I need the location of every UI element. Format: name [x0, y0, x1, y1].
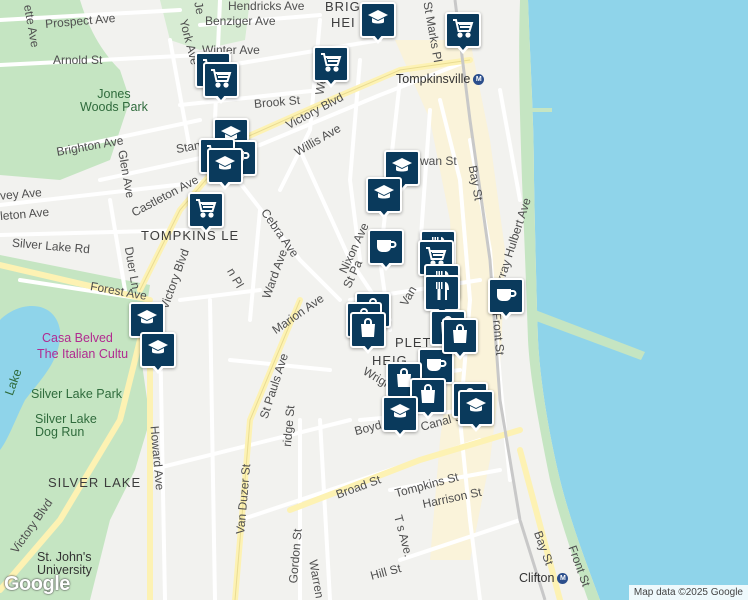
street-label-wall: wan St: [420, 154, 457, 168]
marker-box: [382, 396, 418, 432]
marker-box: [188, 192, 224, 228]
marker-box: [207, 148, 243, 184]
shopping-bag-icon: [356, 316, 380, 345]
marker-box: [424, 275, 460, 311]
marker-school[interactable]: [360, 2, 396, 46]
area-label-silver-lake: SILVER LAKE: [48, 475, 142, 490]
marker-box: [458, 390, 494, 426]
subway-icon: M: [473, 74, 485, 86]
marker-store[interactable]: [350, 312, 386, 356]
marker-pointer: [393, 428, 407, 438]
park-label-silver-lake-park: Silver Lake Park: [31, 387, 123, 401]
poi-label-casa-belvedere[interactable]: Casa Belved: [42, 332, 113, 345]
street-label-brook: Brook St: [253, 93, 301, 111]
marker-box: [360, 2, 396, 38]
marker-pointer: [361, 344, 375, 354]
area-label-brighton: BRIG: [325, 0, 361, 14]
street-label-arnold: Arnold St: [53, 53, 103, 67]
street-label-ridge: ridge St: [279, 404, 298, 448]
marker-box: [140, 332, 176, 368]
marker-grocery[interactable]: [203, 62, 239, 106]
graduation-cap-icon: [366, 6, 390, 35]
marker-store[interactable]: [442, 318, 478, 362]
marker-box: [442, 318, 478, 354]
marker-grocery[interactable]: [445, 12, 481, 56]
pier-2: [520, 108, 552, 112]
marker-pointer: [421, 410, 435, 420]
map-attribution[interactable]: Map data ©2025 Google: [628, 585, 748, 600]
subway-icon: M: [557, 573, 569, 585]
park-label-jones-woods: Jones Woods Park: [80, 87, 148, 114]
map-canvas[interactable]: TOMPKINS LE SILVER LAKE PLET HEIG BRIG H…: [0, 0, 748, 600]
graduation-cap-icon: [388, 400, 412, 429]
google-logo: Google: [4, 573, 70, 595]
marker-pointer: [453, 350, 467, 360]
marker-school[interactable]: [366, 177, 402, 221]
marker-box: [488, 278, 524, 314]
street-label-jersey: Je: [191, 0, 208, 16]
marker-box: [445, 12, 481, 48]
station-label-clifton[interactable]: Clifton M: [519, 571, 569, 585]
marker-pointer: [214, 94, 228, 104]
marker-box: [313, 46, 349, 82]
shopping-bag-icon: [416, 382, 440, 411]
marker-school[interactable]: [207, 148, 243, 192]
marker-school[interactable]: [140, 332, 176, 376]
marker-pointer: [379, 261, 393, 271]
marker-cafe[interactable]: [488, 278, 524, 322]
marker-grocery[interactable]: [188, 192, 224, 236]
coffee-cup-icon: [494, 282, 518, 311]
shopping-bag-icon: [448, 322, 472, 351]
station-label-tompkinsville[interactable]: Tompkinsville M: [396, 72, 485, 86]
shopping-cart-icon: [319, 50, 343, 79]
marker-pointer: [218, 180, 232, 190]
street-label-harvey: vey Ave: [0, 185, 43, 203]
marker-box: [203, 62, 239, 98]
marker-school[interactable]: [382, 396, 418, 440]
shopping-cart-icon: [194, 196, 218, 225]
marker-cafe[interactable]: [368, 229, 404, 273]
marker-pointer: [371, 34, 385, 44]
marker-pointer: [324, 78, 338, 88]
poi-label-italian-cultural[interactable]: The Italian Cultu: [37, 348, 128, 361]
marker-pointer: [199, 224, 213, 234]
graduation-cap-icon: [213, 152, 237, 181]
marker-box: [366, 177, 402, 213]
marker-pointer: [499, 310, 513, 320]
station-name-clifton: Clifton: [519, 571, 555, 585]
graduation-cap-icon: [464, 394, 488, 423]
marker-box: [368, 229, 404, 265]
marker-school[interactable]: [458, 390, 494, 434]
station-name-tompkinsville: Tompkinsville: [396, 72, 471, 86]
marker-pointer: [377, 209, 391, 219]
area-label-brighton-2: HEI: [331, 15, 356, 30]
marker-pointer: [151, 364, 165, 374]
shopping-cart-icon: [451, 16, 475, 45]
shopping-cart-icon: [209, 66, 233, 95]
park-label-dog-run: Silver Lake Dog Run: [35, 412, 97, 439]
marker-grocery[interactable]: [313, 46, 349, 90]
fork-knife-icon: [430, 279, 454, 308]
marker-pointer: [469, 422, 483, 432]
graduation-cap-icon: [372, 181, 396, 210]
marker-pointer: [456, 44, 470, 54]
graduation-cap-icon: [135, 306, 159, 335]
street-label-benziger: Benziger Ave: [205, 14, 276, 28]
coffee-cup-icon: [374, 233, 398, 262]
graduation-cap-icon: [146, 336, 170, 365]
street-label-hendricks: Hendricks Ave: [228, 0, 305, 13]
marker-box: [350, 312, 386, 348]
